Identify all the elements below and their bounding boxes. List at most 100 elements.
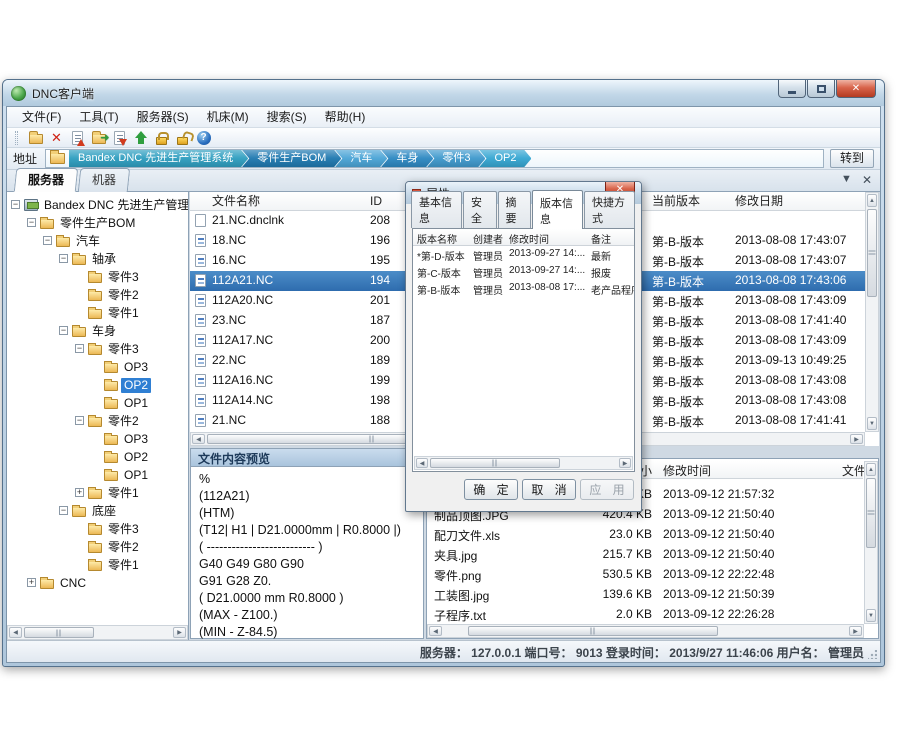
tree-item[interactable]: −底座: [7, 502, 188, 520]
column-header-date[interactable]: 修改日期: [735, 192, 783, 211]
menu-item[interactable]: 工具(T): [70, 107, 127, 128]
tree-toggle[interactable]: −: [59, 506, 68, 515]
tree-toggle[interactable]: +: [27, 578, 36, 587]
toolbar-help-button[interactable]: ?: [193, 129, 214, 147]
list-item[interactable]: 夹具.jpg215.7 KB2013-09-12 21:50:40: [427, 545, 863, 565]
file-date: 2013-09-13 10:49:25: [735, 353, 846, 367]
attachment-vscrollbar[interactable]: ▲ ▼: [864, 461, 878, 624]
resize-grip[interactable]: [868, 650, 877, 659]
apply-button[interactable]: 应 用: [580, 479, 634, 500]
column-header-version-name[interactable]: 版本名称: [417, 231, 457, 246]
maximize-button[interactable]: [807, 80, 835, 98]
file-list-vscrollbar[interactable]: ▲ ▼: [865, 192, 879, 432]
tree-item-label: 车身: [89, 324, 119, 339]
tree-item[interactable]: +零件1: [7, 484, 188, 502]
cancel-button[interactable]: 取 消: [522, 479, 576, 500]
tree-item[interactable]: 零件1: [7, 556, 188, 574]
attachment-hscrollbar[interactable]: ◀ ▶: [427, 624, 864, 638]
menu-item[interactable]: 机床(M): [198, 107, 258, 128]
tree-item[interactable]: −汽车: [7, 232, 188, 250]
tree-toggle[interactable]: +: [75, 488, 84, 497]
column-header-creator[interactable]: 创建者: [473, 231, 503, 246]
tree-toggle[interactable]: −: [59, 254, 68, 263]
tree-item[interactable]: −轴承: [7, 250, 188, 268]
toolbar-new-folder-button[interactable]: [25, 129, 46, 147]
column-header-name[interactable]: 文件名称: [212, 192, 260, 211]
toolbar-lock-button[interactable]: [151, 129, 172, 147]
toolbar-unlock-button[interactable]: [172, 129, 193, 147]
tree-toggle[interactable]: −: [43, 236, 52, 245]
tree-item[interactable]: 零件1: [7, 304, 188, 322]
tree-item[interactable]: −零件生产BOM: [7, 214, 188, 232]
tree-item[interactable]: OP1: [7, 394, 188, 412]
toolbar-delete-button[interactable]: ✕: [46, 129, 67, 147]
tab-basic-info[interactable]: 基本信息: [411, 191, 462, 228]
file-id: 195: [370, 253, 390, 267]
breadcrumb-segment[interactable]: 车身: [380, 149, 433, 168]
tab-shortcut[interactable]: 快捷方式: [584, 191, 635, 228]
dialog-hscrollbar[interactable]: ◀ ▶: [414, 456, 633, 470]
tree-toggle[interactable]: −: [59, 326, 68, 335]
version-row[interactable]: 第-B-版本管理员2013-08-08 17:...老产品程序: [413, 280, 634, 297]
breadcrumb-segment[interactable]: 零件生产BOM: [241, 149, 341, 168]
column-header-id[interactable]: ID: [370, 192, 382, 211]
chevron-down-icon[interactable]: ▼: [841, 173, 852, 187]
tree-item[interactable]: OP2: [7, 448, 188, 466]
go-button[interactable]: 转到: [830, 149, 874, 168]
tree-item[interactable]: 零件2: [7, 538, 188, 556]
tree-hscrollbar[interactable]: ◀ ▶: [7, 625, 188, 640]
list-item[interactable]: 配刀文件.xls23.0 KB2013-09-12 21:50:40: [427, 525, 863, 545]
toolbar-send-folder-button[interactable]: ➜: [88, 129, 109, 147]
version-row[interactable]: *第-D-版本管理员2013-09-27 14:...最新: [413, 246, 634, 263]
tab-machine[interactable]: 机器: [78, 168, 131, 192]
tree-item[interactable]: OP3: [7, 358, 188, 376]
list-item[interactable]: 零件.png530.5 KB2013-09-12 22:22:48: [427, 565, 863, 585]
column-header-modified[interactable]: 修改时间: [663, 462, 711, 479]
menu-item[interactable]: 搜索(S): [258, 107, 316, 128]
tree-item[interactable]: +CNC: [7, 574, 188, 592]
tree-item[interactable]: − 零件2: [7, 412, 188, 430]
attachment-size: 215.7 KB: [557, 547, 652, 561]
tree-item[interactable]: 零件2: [7, 286, 188, 304]
column-header-version[interactable]: 当前版本: [652, 192, 700, 211]
tab-version-info[interactable]: 版本信息: [532, 190, 583, 229]
title-bar[interactable]: DNC客户端 ✕: [3, 80, 884, 106]
tab-summary[interactable]: 摘要: [498, 191, 532, 228]
tree-toggle[interactable]: −: [75, 344, 84, 353]
tab-server[interactable]: 服务器: [14, 168, 79, 192]
column-header-modified-time[interactable]: 修改时间: [509, 231, 549, 246]
tree-item[interactable]: −零件3: [7, 340, 188, 358]
menu-item[interactable]: 服务器(S): [128, 107, 198, 128]
ok-button[interactable]: 确 定: [464, 479, 518, 500]
toolbar-upload-file-button[interactable]: [67, 129, 88, 147]
list-item[interactable]: 子程序.txt2.0 KB2013-09-12 22:26:28: [427, 605, 863, 623]
tree-item[interactable]: − 车身: [7, 322, 188, 340]
tree-item-label: 零件2: [105, 414, 142, 429]
toolbar-check-in-button[interactable]: [130, 129, 151, 147]
breadcrumb-segment[interactable]: 汽车: [334, 149, 387, 168]
breadcrumb-segment[interactable]: 零件3: [426, 149, 485, 168]
close-panel-icon[interactable]: ✕: [862, 173, 872, 187]
attachment-date: 2013-09-12 21:57:32: [663, 487, 774, 501]
tab-security[interactable]: 安全: [463, 191, 497, 228]
minimize-button[interactable]: [778, 80, 806, 98]
menu-item[interactable]: 帮助(H): [316, 107, 375, 128]
menu-item[interactable]: 文件(F): [13, 107, 70, 128]
tree-toggle[interactable]: −: [27, 218, 36, 227]
tree-item[interactable]: OP3: [7, 430, 188, 448]
tree-toggle[interactable]: −: [11, 200, 20, 209]
tree-toggle[interactable]: −: [75, 416, 84, 425]
column-header-note[interactable]: 备注: [591, 231, 611, 246]
tree-item[interactable]: −Bandex DNC 先进生产管理系统: [7, 196, 188, 214]
tree-item[interactable]: OP2: [7, 376, 188, 394]
breadcrumb-segment[interactable]: Bandex DNC 先进生产管理系统: [69, 149, 248, 168]
version-row[interactable]: 第-C-版本管理员2013-09-27 14:...报废: [413, 263, 634, 280]
tree-item[interactable]: OP1: [7, 466, 188, 484]
list-item[interactable]: 工装图.jpg139.6 KB2013-09-12 21:50:39: [427, 585, 863, 605]
tree-item[interactable]: 零件3: [7, 520, 188, 538]
breadcrumb-segment[interactable]: OP2: [478, 149, 531, 168]
address-field[interactable]: Bandex DNC 先进生产管理系统零件生产BOM汽车车身零件3OP2: [45, 149, 824, 168]
tree-item[interactable]: 零件3: [7, 268, 188, 286]
close-button[interactable]: ✕: [836, 80, 876, 98]
toolbar-download-file-button[interactable]: [109, 129, 130, 147]
